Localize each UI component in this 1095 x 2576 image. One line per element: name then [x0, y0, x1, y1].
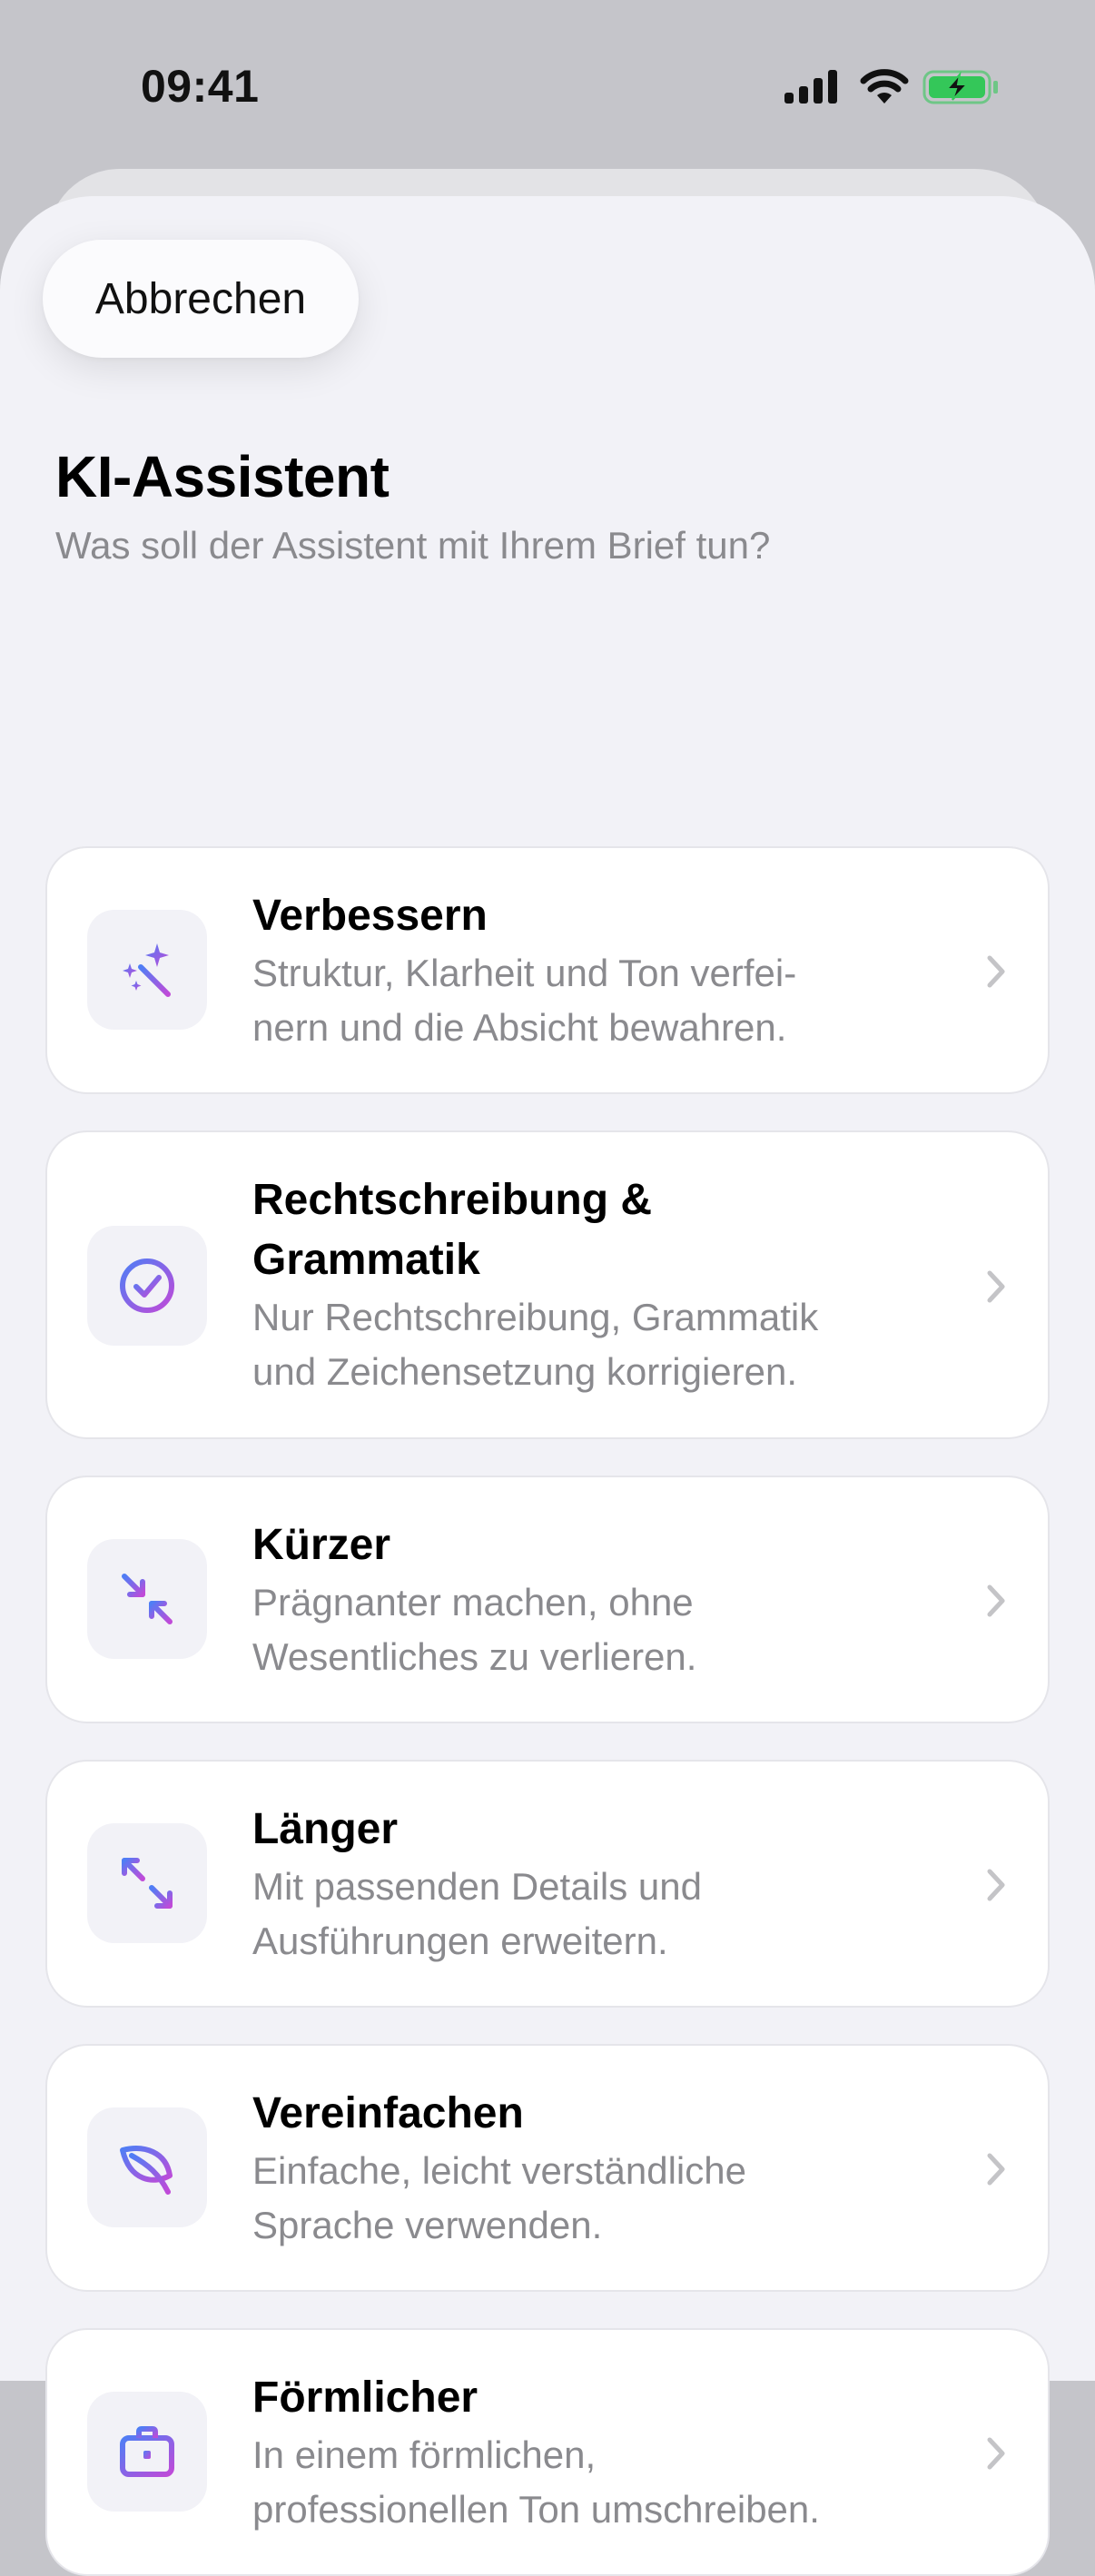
- chevron-right-icon: [987, 2153, 1005, 2186]
- option-title: Förmlicher: [252, 2374, 478, 2422]
- chevron-right-icon: [987, 1869, 1005, 1901]
- option-icon-box: [87, 1226, 207, 1346]
- battery-charging-icon: [922, 70, 998, 104]
- signal-icon: [784, 70, 837, 104]
- checkmark-circle-icon: [120, 1258, 174, 1313]
- option-shorter[interactable]: Kürzer Prägnanter machen, ohne Wesentlic…: [45, 1476, 1050, 1723]
- option-icon-box: [87, 2392, 207, 2512]
- wifi-icon: [860, 69, 909, 104]
- option-title: Verbessern: [252, 892, 488, 940]
- option-icon-box: [87, 910, 207, 1030]
- option-description-line: Wesentliches zu verlieren.: [252, 1635, 697, 1678]
- option-description-line: Struktur, Klarheit und Ton verfei-: [252, 952, 797, 994]
- briefcase-icon: [120, 2426, 174, 2477]
- chevron-right-icon: [987, 1270, 1005, 1303]
- option-description-line: Mit passenden Details und: [252, 1865, 702, 1908]
- option-description-line: nern und die Absicht bewahren.: [252, 1006, 787, 1049]
- option-spelling-grammar[interactable]: Rechtschreibung & Grammatik Nur Rechtsch…: [45, 1130, 1050, 1439]
- option-title: Vereinfachen: [252, 2089, 524, 2137]
- arrows-inward-icon: [122, 1574, 173, 1624]
- option-description-line: Prägnanter machen, ohne: [252, 1581, 694, 1624]
- option-title: Länger: [252, 1805, 399, 1853]
- option-improve[interactable]: Verbessern Struktur, Klarheit und Ton ve…: [45, 846, 1050, 1094]
- status-bar: 09:41: [0, 0, 1095, 173]
- option-description-line: professionellen Ton umschreiben.: [252, 2488, 820, 2531]
- chevron-right-icon: [987, 1584, 1005, 1617]
- page-title: KI-Assistent: [55, 444, 390, 509]
- option-icon-box: [87, 2107, 207, 2227]
- page-subtitle: Was soll der Assistent mit Ihrem Brief t…: [55, 524, 771, 567]
- option-title-line: Rechtschreibung &: [252, 1176, 653, 1224]
- option-title-line: Grammatik: [252, 1236, 480, 1284]
- status-time: 09:41: [141, 61, 260, 112]
- chevron-right-icon: [987, 2437, 1005, 2470]
- option-longer[interactable]: Länger Mit passenden Details und Ausführ…: [45, 1760, 1050, 2008]
- option-more-formal[interactable]: Förmlicher In einem förmlichen, professi…: [45, 2328, 1050, 2576]
- option-description-line: Ausführungen erweitern.: [252, 1920, 668, 1962]
- chevron-right-icon: [987, 955, 1005, 988]
- option-description-line: In einem förmlichen,: [252, 2433, 597, 2476]
- arrows-outward-icon: [122, 1858, 173, 1909]
- option-title: Kürzer: [252, 1521, 391, 1569]
- option-icon-box: [87, 1539, 207, 1659]
- option-description-line: Nur Rechtschreibung, Grammatik: [252, 1296, 819, 1338]
- option-icon-box: [87, 1823, 207, 1943]
- cancel-button[interactable]: Abbrechen: [43, 240, 359, 358]
- ai-assistant-sheet: Abbrechen KI-Assistent Was soll der Assi…: [0, 196, 1095, 2576]
- option-description-line: Einfache, leicht verständliche: [252, 2149, 746, 2192]
- magic-wand-sparkles-icon: [123, 943, 171, 997]
- option-description-line: Sprache verwenden.: [252, 2204, 603, 2246]
- option-description-line: und Zeichensetzung korrigieren.: [252, 1350, 798, 1393]
- leaf-icon: [120, 2146, 173, 2195]
- option-simplify[interactable]: Vereinfachen Einfache, leicht verständli…: [45, 2044, 1050, 2292]
